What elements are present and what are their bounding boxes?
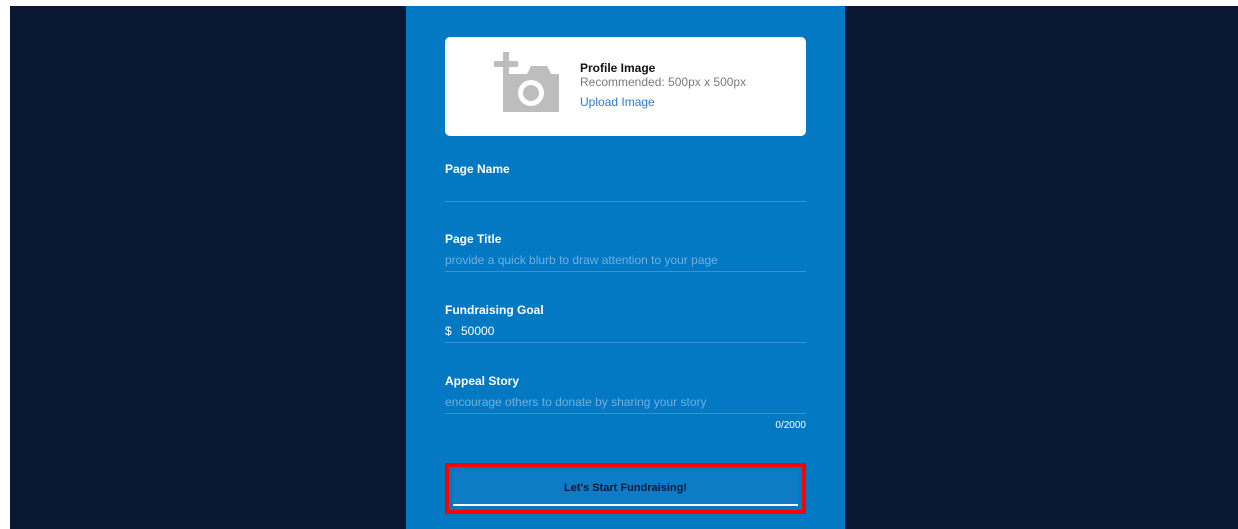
fundraising-goal-label: Fundraising Goal [445, 303, 544, 317]
appeal-story-label: Appeal Story [445, 374, 520, 388]
fundraising-goal-field: Fundraising Goal $ [445, 302, 806, 343]
start-fundraising-button[interactable]: Let's Start Fundraising! [453, 471, 798, 506]
page-title-input[interactable] [445, 249, 806, 271]
page-name-label: Page Name [445, 162, 510, 176]
fundraising-form: Profile Image Recommended: 500px x 500px… [406, 6, 845, 529]
appeal-story-input[interactable] [445, 391, 806, 413]
page-title-label: Page Title [445, 232, 502, 246]
page-name-input[interactable] [445, 179, 806, 201]
profile-image-hint: Recommended: 500px x 500px [580, 75, 747, 89]
profile-image-title: Profile Image [580, 61, 656, 75]
page-title-field: Page Title [445, 231, 806, 272]
upload-image-link[interactable]: Upload Image [580, 94, 746, 110]
goal-input-row: $ [445, 320, 806, 342]
fundraising-goal-input[interactable] [461, 320, 806, 342]
currency-symbol: $ [445, 324, 452, 338]
page-name-field: Page Name [445, 161, 806, 202]
add-photo-icon[interactable] [493, 52, 561, 116]
submit-highlight: Let's Start Fundraising! [445, 463, 806, 514]
appeal-story-field: Appeal Story [445, 373, 806, 414]
profile-image-info: Profile Image Recommended: 500px x 500px… [580, 61, 746, 110]
appeal-story-char-count: 0/2000 [775, 420, 806, 431]
profile-image-card: Profile Image Recommended: 500px x 500px… [445, 37, 806, 136]
